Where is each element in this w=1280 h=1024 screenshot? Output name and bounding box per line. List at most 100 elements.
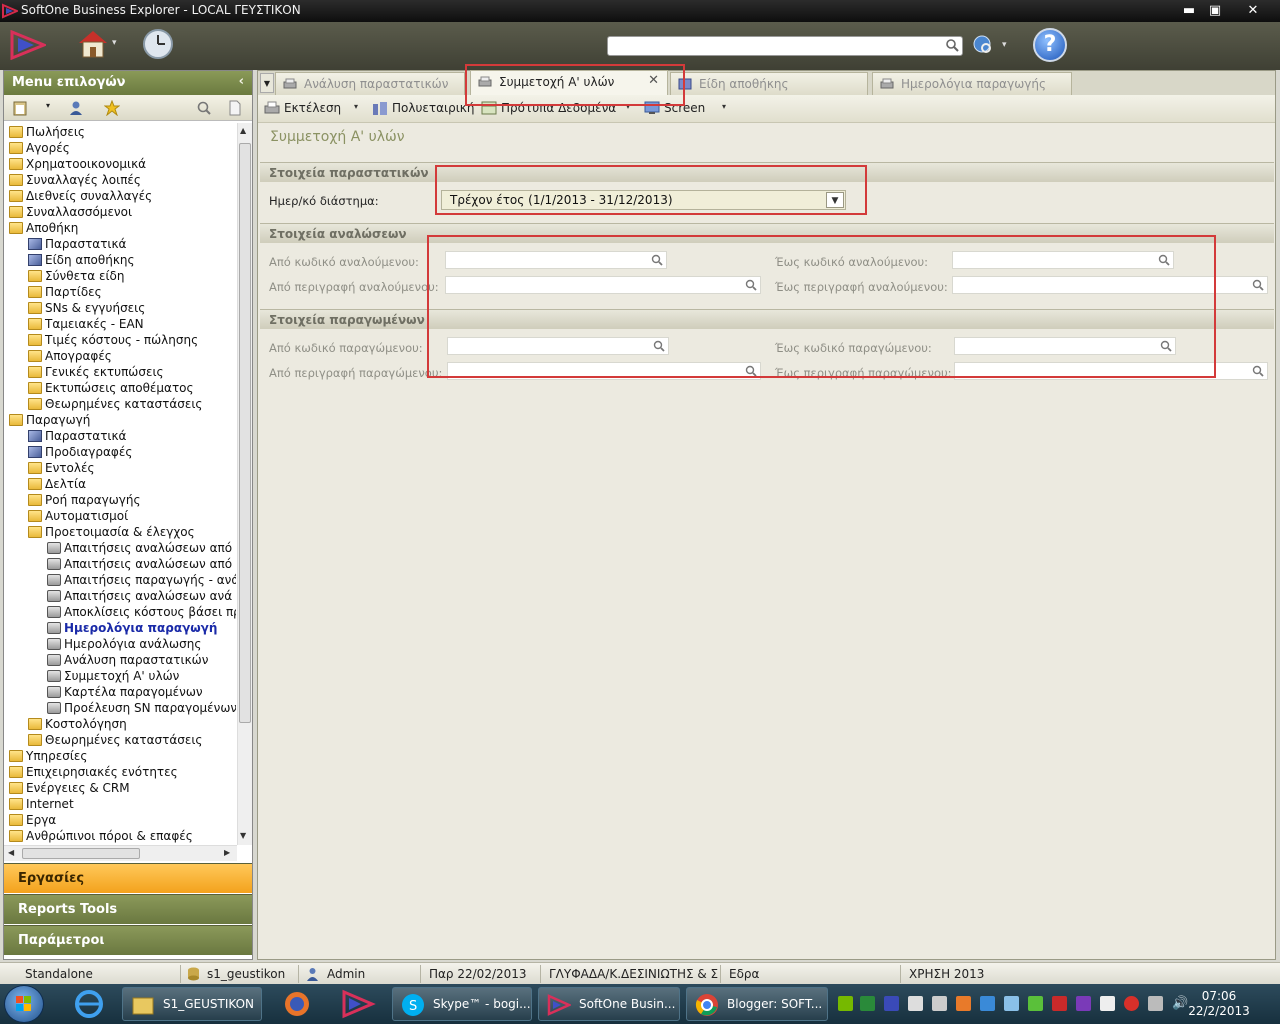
search-icon[interactable] — [945, 38, 959, 52]
printer-tray-icon[interactable] — [932, 996, 947, 1011]
date-range-select[interactable]: Τρέχον έτος (1/1/2013 - 31/12/2013) ▼ — [441, 190, 846, 210]
menu-tree-item[interactable]: SNs & εγγυήσεις — [28, 300, 145, 316]
home-icon[interactable] — [76, 28, 110, 60]
menu-scroll-thumb[interactable] — [239, 143, 251, 723]
run-caret-icon[interactable]: ▾ — [354, 102, 358, 111]
tab-document-analysis[interactable]: Ανάλυση παραστατικών — [275, 72, 465, 95]
produced-to-code-input[interactable] — [954, 337, 1176, 355]
collapse-panel-button[interactable]: ‹ — [239, 74, 244, 89]
menu-tree-item[interactable]: Παραγωγή — [9, 412, 90, 428]
produced-to-desc-input[interactable] — [954, 362, 1268, 380]
softone-taskbar-icon[interactable] — [330, 988, 384, 1020]
menu-tree-item[interactable]: Χρηματοοικονομικά — [9, 156, 146, 172]
menu-vertical-scrollbar[interactable]: ▲ ▼ — [237, 123, 252, 845]
taskbar-skype-window[interactable]: S Skype™ - bogi... — [392, 987, 532, 1021]
menu-tree-item[interactable]: Ημερολόγια παραγωγή — [47, 620, 217, 636]
menu-hscroll-thumb[interactable] — [22, 848, 140, 859]
vlc-icon[interactable] — [956, 996, 971, 1011]
minimize-button[interactable]: ▬ — [1178, 2, 1200, 20]
tab-raw-materials-participation[interactable]: Συμμετοχή Α' υλών ✕ — [470, 70, 668, 95]
menu-tree-item[interactable]: Πωλήσεις — [9, 124, 85, 140]
nav-tasks-button[interactable]: Εργασίες — [4, 863, 252, 893]
web-search-icon[interactable] — [972, 34, 994, 56]
menu-tree-item[interactable]: Αποθήκη — [9, 220, 78, 236]
global-search-input[interactable] — [607, 36, 963, 56]
taskbar-chrome-window[interactable]: Blogger: SOFT... — [686, 987, 828, 1021]
menu-tree-item[interactable]: Καρτέλα παραγομένων — [47, 684, 203, 700]
favorites-star-icon[interactable] — [104, 100, 120, 116]
search-icon[interactable] — [1252, 365, 1264, 377]
excel-tray-icon[interactable] — [860, 996, 875, 1011]
menu-tree-item[interactable]: Είδη αποθήκης — [28, 252, 135, 268]
clipboard-caret-icon[interactable]: ▾ — [46, 101, 50, 110]
menu-tree-item[interactable]: Προδιαγραφές — [28, 444, 132, 460]
scroll-up-arrow-icon[interactable]: ▲ — [240, 126, 246, 135]
clock-icon[interactable] — [142, 28, 174, 60]
tab-production-journals[interactable]: Ημερολόγια παραγωγής — [872, 72, 1072, 95]
menu-tree-item[interactable]: Τιμές κόστους - πώλησης — [28, 332, 198, 348]
menu-tree-item[interactable]: Απαιτήσεις αναλώσεων ανά πα — [47, 588, 236, 604]
menu-tree-item[interactable]: Ενέργειες & CRM — [9, 780, 130, 796]
scroll-right-arrow-icon[interactable]: ▶ — [224, 848, 230, 857]
menu-tree-item[interactable]: Συμμετοχή Α' υλών — [47, 668, 179, 684]
consumed-to-code-input[interactable] — [952, 251, 1174, 269]
taskbar-softone-window[interactable]: SoftOne Busin... — [538, 987, 680, 1021]
menu-search-icon[interactable] — [196, 100, 212, 116]
firefox-icon[interactable] — [270, 988, 324, 1020]
search-icon[interactable] — [745, 365, 757, 377]
menu-tree-item[interactable]: Ανάλυση παραστατικών — [47, 652, 208, 668]
close-window-button[interactable]: ✕ — [1242, 2, 1264, 20]
web-search-caret[interactable]: ▾ — [1002, 40, 1007, 50]
document-icon[interactable] — [227, 100, 243, 116]
consumed-to-desc-input[interactable] — [952, 276, 1268, 294]
home-menu-caret[interactable]: ▾ — [112, 38, 117, 48]
bluetooth-icon[interactable] — [980, 996, 995, 1011]
menu-tree-item[interactable]: Ανθρώπινοι πόροι & επαφές — [9, 828, 193, 844]
menu-tree-item[interactable]: Σύνθετα είδη — [28, 268, 125, 284]
produced-from-code-input[interactable] — [447, 337, 669, 355]
menu-tree-item[interactable]: Παραστατικά — [28, 236, 126, 252]
sync-icon[interactable] — [1004, 996, 1019, 1011]
menu-tree-item[interactable]: Συναλλαγές λοιπές — [9, 172, 141, 188]
volume-icon[interactable]: 🔊 — [1172, 996, 1188, 1011]
menu-horizontal-scrollbar[interactable]: ◀ ▶ — [4, 845, 237, 861]
display-icon[interactable] — [1148, 996, 1163, 1011]
menu-tree-item[interactable]: Εκτυπώσεις αποθέματος — [28, 380, 194, 396]
produced-from-desc-input[interactable] — [447, 362, 761, 380]
screen-button[interactable]: Screen — [644, 101, 705, 115]
menu-tree-item[interactable]: Εντολές — [28, 460, 94, 476]
search-icon[interactable] — [1158, 254, 1170, 266]
search-icon[interactable] — [653, 340, 665, 352]
consumed-from-desc-input[interactable] — [445, 276, 761, 294]
softone-logo-icon[interactable] — [10, 30, 46, 60]
menu-tree-item[interactable]: Παρτίδες — [28, 284, 102, 300]
clipboard-icon[interactable] — [12, 100, 28, 116]
search-icon[interactable] — [745, 279, 757, 291]
menu-tree-item[interactable]: Παραστατικά — [28, 428, 126, 444]
onenote-icon[interactable] — [1076, 996, 1091, 1011]
menu-tree-item[interactable]: Ημερολόγια ανάλωσης — [47, 636, 201, 652]
menu-tree-item[interactable]: Αποκλίσεις κόστους βάσει προϊ — [47, 604, 236, 620]
alert-icon[interactable] — [1124, 996, 1139, 1011]
menu-tree-item[interactable]: Απογραφές — [28, 348, 112, 364]
scroll-left-arrow-icon[interactable]: ◀ — [8, 848, 14, 857]
flag-icon[interactable] — [1100, 996, 1115, 1011]
menu-tree-item[interactable]: Κοστολόγηση — [28, 716, 127, 732]
menu-tree-item[interactable]: Ταμειακές - EAN — [28, 316, 144, 332]
keyboard-icon[interactable] — [908, 996, 923, 1011]
menu-tree-item[interactable]: Συναλλασσόμενοι — [9, 204, 132, 220]
taskbar-folder-window[interactable]: S1_GEUSTIKON — [122, 987, 262, 1021]
menu-tree-item[interactable]: Εργα — [9, 812, 56, 828]
check-icon[interactable] — [1028, 996, 1043, 1011]
menu-tree-item[interactable]: Επιχειρησιακές ενότητες — [9, 764, 178, 780]
search-icon[interactable] — [651, 254, 663, 266]
network-tool-icon[interactable] — [884, 996, 899, 1011]
menu-tree-item[interactable]: Θεωρημένες καταστάσεις — [28, 396, 202, 412]
nvidia-icon[interactable] — [838, 996, 853, 1011]
menu-tree-item[interactable]: Υπηρεσίες — [9, 748, 87, 764]
menu-tree-item[interactable]: Δελτία — [28, 476, 86, 492]
maximize-button[interactable]: ▣ — [1204, 2, 1226, 20]
close-tab-icon[interactable]: ✕ — [648, 73, 659, 88]
nav-reports-tools-button[interactable]: Reports Tools — [4, 894, 252, 924]
user-icon[interactable] — [68, 100, 84, 116]
